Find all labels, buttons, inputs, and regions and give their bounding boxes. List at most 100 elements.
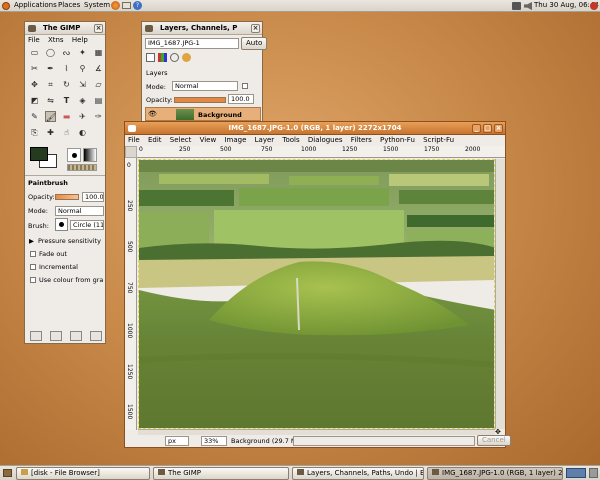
- auto-button[interactable]: Auto: [241, 37, 268, 50]
- view-menu[interactable]: View: [200, 136, 217, 144]
- layers-tab-icon[interactable]: [146, 53, 155, 62]
- close-icon[interactable]: ×: [94, 24, 103, 33]
- incremental-checkbox[interactable]: [30, 264, 36, 270]
- xtns-menu[interactable]: Xtns: [48, 36, 64, 44]
- brush-preview[interactable]: [55, 218, 68, 231]
- flip-icon[interactable]: ⇋: [45, 95, 56, 106]
- volume-icon[interactable]: [524, 2, 532, 10]
- maximize-icon[interactable]: □: [483, 124, 492, 133]
- ellipse-select-icon[interactable]: ◯: [45, 47, 56, 58]
- scissors-icon[interactable]: ✂: [29, 63, 40, 74]
- measure-icon[interactable]: ∡: [93, 63, 104, 74]
- foreground-color-swatch[interactable]: [30, 147, 48, 161]
- pencil-icon[interactable]: ✎: [29, 111, 40, 122]
- file-menu[interactable]: File: [128, 136, 140, 144]
- fade-out-checkbox[interactable]: [30, 251, 36, 257]
- use-colour-gradient-checkbox[interactable]: [30, 277, 36, 283]
- script-fu-menu[interactable]: Script-Fu: [423, 136, 454, 144]
- perspective-icon[interactable]: ◩: [29, 95, 40, 106]
- bucket-fill-icon[interactable]: ◈: [77, 95, 88, 106]
- show-desktop-icon[interactable]: [3, 469, 12, 477]
- opacity-value-field[interactable]: 100.0: [82, 192, 104, 202]
- delete-options-icon[interactable]: [70, 331, 82, 341]
- close-icon[interactable]: ×: [251, 24, 260, 33]
- ink-icon[interactable]: ✑: [93, 111, 104, 122]
- layer-mode-select[interactable]: Normal: [172, 81, 238, 91]
- eye-icon[interactable]: 👁: [148, 110, 157, 118]
- paintbrush-icon[interactable]: 🖌: [45, 111, 56, 122]
- heal-icon[interactable]: ✚: [45, 127, 56, 138]
- taskbar-item-layers-dialog[interactable]: Layers, Channels, Paths, Undo | Bru: [292, 467, 424, 480]
- minimize-icon[interactable]: _: [472, 124, 481, 133]
- crop-icon[interactable]: ⌗: [45, 79, 56, 90]
- image-menu[interactable]: Image: [224, 136, 246, 144]
- taskbar-item-image-window[interactable]: IMG_1687.JPG-1.0 (RGB, 1 layer) 2272...: [427, 467, 563, 480]
- mode-select[interactable]: Normal: [55, 206, 104, 216]
- vertical-scrollbar[interactable]: [495, 159, 505, 429]
- workspace-switcher[interactable]: [566, 468, 586, 478]
- image-canvas[interactable]: [138, 159, 495, 429]
- layer-opacity-field[interactable]: 100.0: [228, 94, 254, 104]
- dialogues-menu[interactable]: Dialogues: [308, 136, 343, 144]
- applications-menu[interactable]: Applications: [14, 1, 57, 9]
- rect-select-icon[interactable]: ▭: [29, 47, 40, 58]
- taskbar-item-file-browser[interactable]: [disk - File Browser]: [16, 467, 150, 480]
- mail-icon[interactable]: [122, 2, 131, 9]
- save-options-icon[interactable]: [30, 331, 42, 341]
- clone-icon[interactable]: ⎘: [29, 127, 40, 138]
- select-menu[interactable]: Select: [170, 136, 192, 144]
- text-icon[interactable]: T: [61, 95, 72, 106]
- pressure-sensitivity-expander[interactable]: Pressure sensitivity: [38, 237, 101, 245]
- move-icon[interactable]: ✥: [29, 79, 40, 90]
- layer-row[interactable]: 👁 Background: [145, 107, 261, 121]
- fuzzy-select-icon[interactable]: ✦: [77, 47, 88, 58]
- ubuntu-logo-icon[interactable]: [2, 2, 10, 10]
- filters-menu[interactable]: Filters: [351, 136, 372, 144]
- layers-titlebar[interactable]: Layers, Channels, P ×: [142, 22, 262, 35]
- shear-icon[interactable]: ▱: [93, 79, 104, 90]
- image-select[interactable]: IMG_1687.JPG-1: [145, 38, 239, 49]
- cancel-button[interactable]: Cancel: [477, 435, 511, 446]
- pattern-indicator[interactable]: [67, 164, 97, 171]
- undo-tab-icon[interactable]: [182, 53, 191, 62]
- smudge-icon[interactable]: ☝: [61, 127, 72, 138]
- gradient-indicator[interactable]: [83, 148, 97, 162]
- zoom-select[interactable]: 33%: [201, 436, 227, 446]
- color-select-icon[interactable]: ▦: [93, 47, 104, 58]
- blend-icon[interactable]: ▤: [93, 95, 104, 106]
- power-icon[interactable]: [590, 2, 598, 10]
- layer-opacity-slider[interactable]: [174, 97, 226, 103]
- firefox-icon[interactable]: [111, 1, 120, 10]
- airbrush-icon[interactable]: ✈: [77, 111, 88, 122]
- channels-tab-icon[interactable]: [158, 53, 167, 62]
- taskbar-item-gimp-toolbox[interactable]: The GIMP: [153, 467, 289, 480]
- opacity-slider[interactable]: [55, 194, 79, 200]
- dodge-burn-icon[interactable]: ◐: [77, 127, 88, 138]
- paths-icon[interactable]: ✒: [45, 63, 56, 74]
- help-menu[interactable]: Help: [72, 36, 88, 44]
- tools-menu[interactable]: Tools: [282, 136, 299, 144]
- toolbox-titlebar[interactable]: The GIMP ×: [25, 22, 105, 35]
- edit-menu[interactable]: Edit: [148, 136, 162, 144]
- vertical-ruler[interactable]: 0 250 500 750 1000 1250 1500: [125, 158, 137, 430]
- restore-options-icon[interactable]: [50, 331, 62, 341]
- scale-icon[interactable]: ⇲: [77, 79, 88, 90]
- reset-options-icon[interactable]: [90, 331, 102, 341]
- layer-name[interactable]: Background: [198, 111, 242, 119]
- paths-tab-icon[interactable]: [170, 53, 179, 62]
- keep-transparency-checkbox[interactable]: [242, 83, 248, 89]
- places-menu[interactable]: Places: [58, 1, 80, 9]
- layer-menu[interactable]: Layer: [255, 136, 275, 144]
- color-picker-icon[interactable]: ⌇: [61, 63, 72, 74]
- lasso-icon[interactable]: ᔓ: [61, 47, 72, 58]
- unit-select[interactable]: px: [165, 436, 189, 446]
- file-menu[interactable]: File: [28, 36, 40, 44]
- horizontal-ruler[interactable]: 0 250 500 750 1000 1250 1500 1750 2000: [137, 146, 505, 158]
- network-icon[interactable]: [512, 2, 521, 10]
- expander-arrow-icon[interactable]: ▶: [29, 237, 34, 245]
- system-menu[interactable]: System: [84, 1, 110, 9]
- trash-icon[interactable]: [589, 468, 598, 478]
- brush-name-field[interactable]: Circle (11): [70, 220, 104, 230]
- image-titlebar[interactable]: IMG_1687.JPG-1.0 (RGB, 1 layer) 2272x170…: [125, 122, 505, 135]
- close-icon[interactable]: ×: [494, 124, 503, 133]
